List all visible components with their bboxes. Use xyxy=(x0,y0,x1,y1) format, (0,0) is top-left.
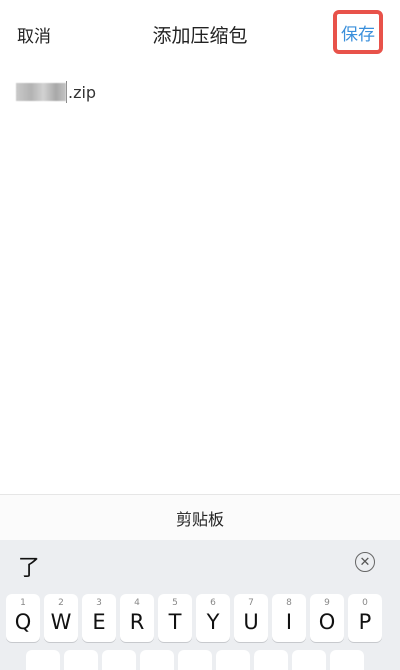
key-row2[interactable] xyxy=(178,650,212,670)
key-letter: I xyxy=(285,610,293,634)
key-e[interactable]: 3 E xyxy=(82,594,116,642)
keyboard: 了 ✕ 1 Q 2 W 3 E 4 R 5 T 6 Y 7 U 8 I 9 O … xyxy=(0,540,400,670)
clear-icon[interactable]: ✕ xyxy=(355,552,375,572)
key-u[interactable]: 7 U xyxy=(234,594,268,642)
key-letter: Y xyxy=(206,610,220,634)
text-caret xyxy=(66,81,67,103)
key-letter: U xyxy=(243,610,259,634)
filename-input[interactable]: .zip xyxy=(16,80,96,104)
blurred-filename xyxy=(16,83,66,101)
header-bar: 取消 添加压缩包 保存 xyxy=(0,0,400,68)
key-q[interactable]: 1 Q xyxy=(6,594,40,642)
key-row2[interactable] xyxy=(64,650,98,670)
key-row2[interactable] xyxy=(292,650,326,670)
key-letter: O xyxy=(318,610,336,634)
filename-extension: .zip xyxy=(68,82,97,102)
clear-symbol: ✕ xyxy=(359,554,371,570)
key-i[interactable]: 8 I xyxy=(272,594,306,642)
key-o[interactable]: 9 O xyxy=(310,594,344,642)
key-p[interactable]: 0 P xyxy=(348,594,382,642)
key-number: 9 xyxy=(324,598,330,608)
key-number: 8 xyxy=(286,598,292,608)
key-letter: E xyxy=(92,610,106,634)
key-row2[interactable] xyxy=(26,650,60,670)
screen: 取消 添加压缩包 保存 .zip 剪贴板 了 ✕ 1 Q 2 W 3 E 4 R… xyxy=(0,0,400,670)
key-row2[interactable] xyxy=(216,650,250,670)
key-row2[interactable] xyxy=(102,650,136,670)
key-t[interactable]: 5 T xyxy=(158,594,192,642)
key-number: 7 xyxy=(248,598,254,608)
save-button[interactable]: 保存 xyxy=(333,10,383,54)
keyboard-row-2 xyxy=(26,650,364,670)
key-letter: P xyxy=(358,610,372,634)
clipboard-button[interactable]: 剪贴板 xyxy=(0,494,400,541)
clipboard-label: 剪贴板 xyxy=(175,510,224,529)
keyboard-row-1: 1 Q 2 W 3 E 4 R 5 T 6 Y 7 U 8 I 9 O 0 P xyxy=(6,594,382,642)
key-letter: T xyxy=(168,610,182,634)
key-y[interactable]: 6 Y xyxy=(196,594,230,642)
key-letter: Q xyxy=(14,610,32,634)
candidate-word[interactable]: 了 xyxy=(18,550,40,582)
save-button-label: 保存 xyxy=(341,24,375,45)
key-number: 0 xyxy=(362,598,368,608)
key-row2[interactable] xyxy=(330,650,364,670)
key-number: 6 xyxy=(210,598,216,608)
key-number: 3 xyxy=(96,598,102,608)
key-row2[interactable] xyxy=(140,650,174,670)
key-w[interactable]: 2 W xyxy=(44,594,78,642)
key-number: 2 xyxy=(58,598,64,608)
key-letter: W xyxy=(50,610,72,634)
key-row2[interactable] xyxy=(254,650,288,670)
key-number: 4 xyxy=(134,598,140,608)
key-number: 1 xyxy=(20,598,26,608)
key-r[interactable]: 4 R xyxy=(120,594,154,642)
key-letter: R xyxy=(129,610,145,634)
key-number: 5 xyxy=(172,598,178,608)
